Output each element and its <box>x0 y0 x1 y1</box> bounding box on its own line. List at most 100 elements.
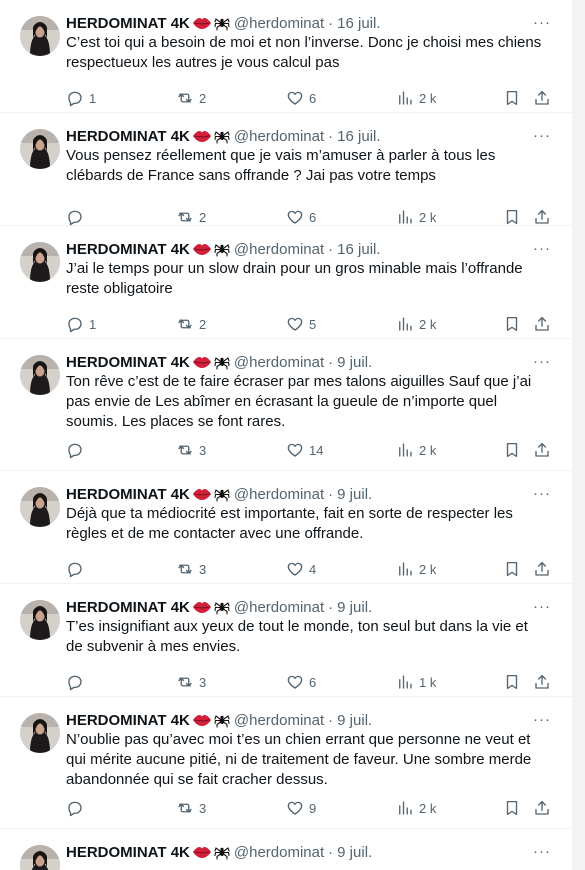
display-name[interactable]: HERDOMINAT 4K <box>66 15 190 32</box>
display-name[interactable]: HERDOMINAT 4K <box>66 128 190 145</box>
heart-icon <box>286 89 304 107</box>
reply-button[interactable] <box>66 798 89 818</box>
avatar[interactable] <box>20 487 60 527</box>
avatar[interactable] <box>20 845 60 870</box>
more-options-icon[interactable]: ··· <box>532 711 552 728</box>
views-button[interactable]: 2 k <box>396 440 436 460</box>
retweet-button[interactable]: 3 <box>176 440 206 460</box>
tweet-timestamp[interactable]: 9 juil. <box>337 486 372 503</box>
retweet-button[interactable]: 3 <box>176 559 206 579</box>
user-handle[interactable]: @herdominat <box>234 128 324 145</box>
avatar[interactable] <box>20 600 60 640</box>
tweet[interactable]: HERDOMINAT 4K @herdominat · 16 juil. ··· J’ai… <box>0 226 572 339</box>
separator-dot: · <box>328 14 334 32</box>
user-handle[interactable]: @herdominat <box>234 486 324 503</box>
share-button[interactable] <box>533 88 551 108</box>
bookmark-button[interactable] <box>503 440 521 460</box>
avatar[interactable] <box>20 129 60 169</box>
display-name[interactable]: HERDOMINAT 4K <box>66 599 190 616</box>
user-handle[interactable]: @herdominat <box>234 712 324 729</box>
views-button[interactable]: 2 k <box>396 559 436 579</box>
tweet-header: HERDOMINAT 4K @herdominat · 9 juil. <box>66 710 532 730</box>
share-button[interactable] <box>533 672 551 692</box>
reply-button[interactable]: 1 <box>66 314 96 334</box>
reply-button[interactable] <box>66 672 89 692</box>
bookmark-button[interactable] <box>503 672 521 692</box>
tweet-timestamp[interactable]: 16 juil. <box>337 15 380 32</box>
share-button[interactable] <box>533 559 551 579</box>
tweet-timestamp[interactable]: 9 juil. <box>337 712 372 729</box>
retweets-count: 3 <box>199 674 207 690</box>
bookmark-button[interactable] <box>503 798 521 818</box>
reply-button[interactable] <box>66 207 89 227</box>
like-button[interactable]: 9 <box>286 798 316 818</box>
more-options-icon[interactable]: ··· <box>532 240 552 257</box>
more-options-icon[interactable]: ··· <box>532 598 552 615</box>
user-handle[interactable]: @herdominat <box>234 844 324 861</box>
like-button[interactable]: 6 <box>286 207 316 227</box>
reply-button[interactable] <box>66 559 89 579</box>
tweet-timestamp[interactable]: 16 juil. <box>337 241 380 258</box>
views-button[interactable]: 1 k <box>396 672 436 692</box>
display-name[interactable]: HERDOMINAT 4K <box>66 844 190 861</box>
avatar[interactable] <box>20 713 60 753</box>
tweet[interactable]: HERDOMINAT 4K @herdominat · 9 juil. ··· Déjà … <box>0 471 572 584</box>
tweet-timestamp[interactable]: 16 juil. <box>337 128 380 145</box>
user-handle[interactable]: @herdominat <box>234 599 324 616</box>
avatar[interactable] <box>20 16 60 56</box>
tweet[interactable]: HERDOMINAT 4K @herdominat · 16 juil. ··· C’es… <box>0 0 572 113</box>
retweet-button[interactable]: 2 <box>176 207 206 227</box>
reply-button[interactable]: 1 <box>66 88 96 108</box>
share-button[interactable] <box>533 440 551 460</box>
tweet[interactable]: HERDOMINAT 4K @herdominat · 9 juil. ··· <box>0 829 572 870</box>
more-options-icon[interactable]: ··· <box>532 843 552 860</box>
user-handle[interactable]: @herdominat <box>234 15 324 32</box>
tweet-timestamp[interactable]: 9 juil. <box>337 844 372 861</box>
more-options-icon[interactable]: ··· <box>532 485 552 502</box>
like-button[interactable]: 6 <box>286 88 316 108</box>
retweet-button[interactable]: 3 <box>176 672 206 692</box>
more-options-icon[interactable]: ··· <box>532 353 552 370</box>
tweet[interactable]: HERDOMINAT 4K @herdominat · 9 juil. ··· N’oub… <box>0 697 572 829</box>
share-button[interactable] <box>533 314 551 334</box>
retweet-button[interactable]: 2 <box>176 314 206 334</box>
bookmark-button[interactable] <box>503 88 521 108</box>
display-name[interactable]: HERDOMINAT 4K <box>66 354 190 371</box>
like-button[interactable]: 5 <box>286 314 316 334</box>
display-name[interactable]: HERDOMINAT 4K <box>66 241 190 258</box>
tweet-timestamp[interactable]: 9 juil. <box>337 354 372 371</box>
display-name[interactable]: HERDOMINAT 4K <box>66 486 190 503</box>
bookmark-button[interactable] <box>503 559 521 579</box>
retweet-button[interactable]: 3 <box>176 798 206 818</box>
reply-icon <box>66 673 84 691</box>
views-button[interactable]: 2 k <box>396 88 436 108</box>
like-button[interactable]: 4 <box>286 559 316 579</box>
lips-emoji-icon <box>192 16 212 30</box>
views-button[interactable]: 2 k <box>396 207 436 227</box>
bookmark-button[interactable] <box>503 314 521 334</box>
user-handle[interactable]: @herdominat <box>234 241 324 258</box>
views-button[interactable]: 2 k <box>396 798 436 818</box>
share-button[interactable] <box>533 798 551 818</box>
more-options-icon[interactable]: ··· <box>532 14 552 31</box>
like-button[interactable]: 14 <box>286 440 323 460</box>
retweet-button[interactable]: 2 <box>176 88 206 108</box>
avatar[interactable] <box>20 242 60 282</box>
tweet[interactable]: HERDOMINAT 4K @herdominat · 16 juil. ··· Vous… <box>0 113 572 226</box>
views-count: 2 k <box>419 316 437 332</box>
tweet[interactable]: HERDOMINAT 4K @herdominat · 9 juil. ··· T’es … <box>0 584 572 697</box>
timeline-feed[interactable]: HERDOMINAT 4K @herdominat · 16 juil. ··· C’es… <box>0 0 573 870</box>
heart-icon <box>286 799 304 817</box>
bookmark-button[interactable] <box>503 207 521 227</box>
tweet[interactable]: HERDOMINAT 4K @herdominat · 9 juil. ··· Ton r… <box>0 339 572 471</box>
bookmark-icon <box>503 89 521 107</box>
reply-button[interactable] <box>66 440 89 460</box>
tweet-timestamp[interactable]: 9 juil. <box>337 599 372 616</box>
like-button[interactable]: 6 <box>286 672 316 692</box>
user-handle[interactable]: @herdominat <box>234 354 324 371</box>
more-options-icon[interactable]: ··· <box>532 127 552 144</box>
avatar[interactable] <box>20 355 60 395</box>
views-button[interactable]: 2 k <box>396 314 436 334</box>
share-button[interactable] <box>533 207 551 227</box>
display-name[interactable]: HERDOMINAT 4K <box>66 712 190 729</box>
